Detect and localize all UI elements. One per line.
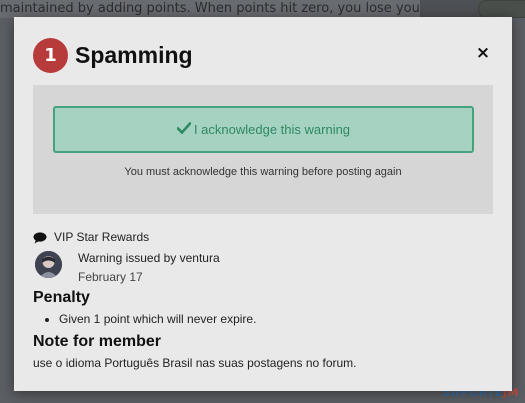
- modal-title: Spamming: [75, 42, 193, 68]
- note-text: use o idioma Português Brasil nas suas p…: [33, 356, 357, 370]
- penalty-heading: Penalty: [33, 289, 90, 306]
- warning-modal: 1 Spamming × I acknowledge this warning …: [14, 17, 512, 391]
- comment-icon: [33, 231, 47, 244]
- warning-details: VIP Star Rewards Warning issued by ventu…: [33, 228, 493, 371]
- penalty-item: Given 1 point which will never expire.: [59, 310, 493, 328]
- issuer-row: Warning issued by ventura February 17: [33, 248, 493, 288]
- warning-points-badge: 1: [33, 38, 68, 73]
- issued-date: February 17: [78, 270, 143, 284]
- acknowledge-button-label: I acknowledge this warning: [193, 122, 351, 137]
- note-heading: Note for member: [33, 333, 162, 350]
- acknowledge-panel: I acknowledge this warning You must ackn…: [33, 85, 493, 214]
- forum-name[interactable]: VIP Star Rewards: [54, 230, 149, 244]
- check-icon: [176, 108, 192, 151]
- background-pill: [478, 0, 525, 18]
- close-button[interactable]: ×: [473, 43, 493, 63]
- acknowledge-note: You must acknowledge this warning before…: [124, 166, 402, 178]
- penalty-list: Given 1 point which will never expire.: [33, 310, 493, 328]
- background-topic-text: maintained by adding points. When points…: [0, 0, 420, 18]
- issued-by-text: Warning issued by ventura: [78, 251, 220, 265]
- acknowledge-button[interactable]: I acknowledge this warning: [53, 106, 474, 153]
- forum-row: VIP Star Rewards: [33, 228, 493, 246]
- modal-header: 1 Spamming ×: [33, 37, 493, 73]
- avatar[interactable]: [35, 251, 62, 278]
